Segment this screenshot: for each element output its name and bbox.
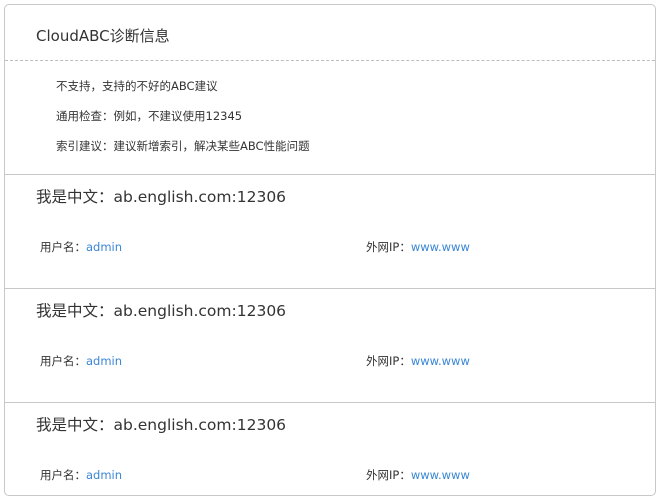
tip-item: 通用检查：例如，不建议使用12345	[56, 109, 243, 123]
external-ip-label: 外网IP：	[366, 468, 411, 482]
server-title: 我是中文：ab.english.com:12306	[36, 188, 287, 206]
server-card: 我是中文：ab.english.com:12306 用户名：admin 外网IP…	[5, 289, 655, 403]
panel-title: CloudABC诊断信息	[36, 27, 170, 45]
tips-section: 不支持，支持的不好的ABC建议 通用检查：例如，不建议使用12345 索引建议：…	[5, 61, 655, 175]
username-link[interactable]: admin	[86, 354, 122, 368]
username-label: 用户名：	[40, 354, 86, 368]
username-field: 用户名：admin	[40, 353, 122, 369]
external-ip-label: 外网IP：	[366, 354, 411, 368]
tip-item: 不支持，支持的不好的ABC建议	[56, 79, 218, 93]
external-ip-link[interactable]: www.www	[411, 354, 470, 368]
username-link[interactable]: admin	[86, 240, 122, 254]
external-ip-field: 外网IP：www.www	[366, 353, 470, 369]
external-ip-label: 外网IP：	[366, 240, 411, 254]
external-ip-link[interactable]: www.www	[411, 468, 470, 482]
server-title: 我是中文：ab.english.com:12306	[36, 302, 287, 320]
server-title: 我是中文：ab.english.com:12306	[36, 416, 287, 434]
username-field: 用户名：admin	[40, 239, 122, 255]
username-field: 用户名：admin	[40, 467, 122, 483]
panel-header: CloudABC诊断信息	[5, 5, 655, 61]
server-card: 我是中文：ab.english.com:12306 用户名：admin 外网IP…	[5, 175, 655, 289]
external-ip-field: 外网IP：www.www	[366, 467, 470, 483]
server-card: 我是中文：ab.english.com:12306 用户名：admin 外网IP…	[5, 403, 655, 495]
external-ip-link[interactable]: www.www	[411, 240, 470, 254]
diagnostic-panel: CloudABC诊断信息 不支持，支持的不好的ABC建议 通用检查：例如，不建议…	[4, 4, 656, 496]
username-label: 用户名：	[40, 468, 86, 482]
username-link[interactable]: admin	[86, 468, 122, 482]
external-ip-field: 外网IP：www.www	[366, 239, 470, 255]
username-label: 用户名：	[40, 240, 86, 254]
tip-item: 索引建议：建议新增索引，解决某些ABC性能问题	[56, 139, 310, 153]
